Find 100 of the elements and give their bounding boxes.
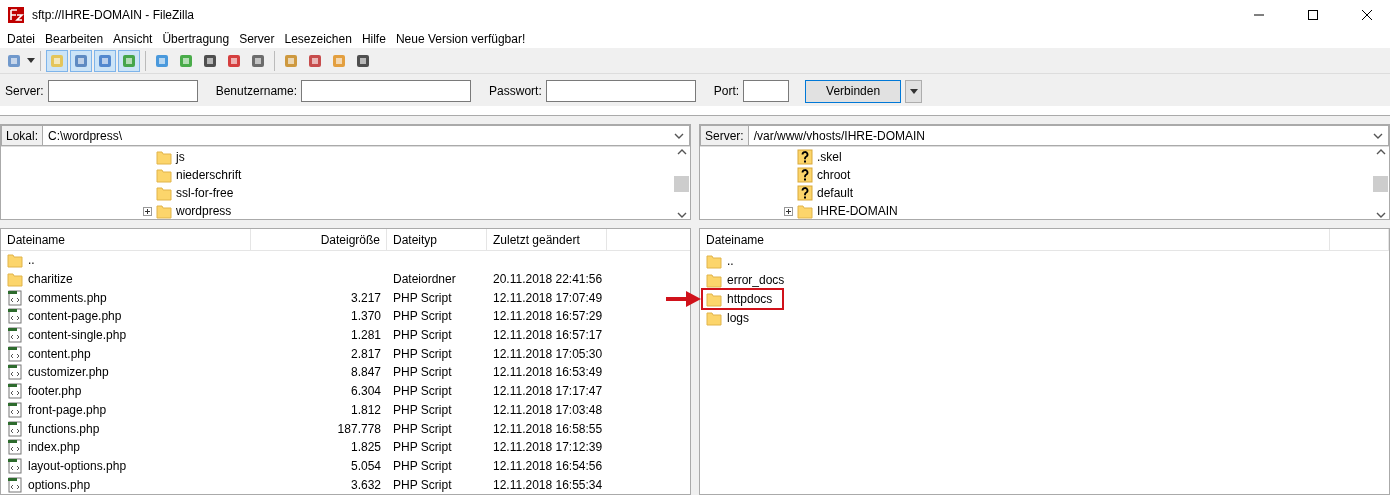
file-name[interactable]: content-page.php [26, 309, 128, 324]
file-size: 5.054 [349, 458, 382, 473]
path-field[interactable]: /var/www/vhosts/IHRE-DOMAIN [748, 125, 1389, 146]
input-field[interactable] [47, 80, 198, 102]
scroll-up-icon[interactable] [676, 149, 687, 155]
column-header[interactable]: Zuletzt geändert [487, 229, 607, 251]
file-name[interactable]: httpdocs [725, 291, 779, 306]
maximize-icon [1308, 10, 1318, 20]
file-size: 6.304 [349, 384, 382, 399]
input-field[interactable] [301, 80, 472, 102]
file-type: PHP Script [392, 309, 453, 324]
expand-icon[interactable] [784, 206, 793, 216]
question-folder-icon [797, 167, 813, 183]
file-name[interactable]: charitize [26, 272, 79, 287]
folder-icon [706, 252, 722, 269]
file-name[interactable]: front-page.php [26, 402, 113, 417]
menu-item[interactable]: Bearbeiten [40, 30, 109, 48]
file-name[interactable]: footer.php [26, 384, 88, 399]
script-file-icon [7, 308, 23, 325]
question-folder-icon [797, 185, 813, 201]
caret-icon [909, 88, 918, 94]
path-field[interactable]: C:\wordpress\ [43, 125, 690, 146]
tree-item[interactable]: IHRE-DOMAIN [817, 204, 898, 218]
file-name[interactable]: options.php [26, 477, 97, 492]
menu-item[interactable]: Server [234, 30, 280, 48]
file-type: PHP Script [392, 440, 453, 455]
modified-date: 12.11.2018 16:57:29 [492, 309, 604, 324]
file-name[interactable]: .. [26, 253, 41, 268]
input-field[interactable] [743, 80, 790, 102]
menu-item[interactable]: Übertragung [157, 30, 235, 48]
scroll-up-icon[interactable] [1375, 149, 1386, 155]
expand-icon[interactable] [143, 206, 152, 216]
file-type: PHP Script [392, 328, 453, 343]
path-label: Server: [700, 125, 749, 146]
script-file-icon [7, 439, 23, 456]
path-label: Lokal: [1, 125, 44, 146]
menu-item[interactable]: Hilfe [356, 30, 391, 48]
script-file-icon [7, 345, 23, 362]
field-label: Benutzername: [215, 84, 298, 98]
file-name[interactable]: functions.php [26, 421, 106, 436]
modified-date: 12.11.2018 17:03:48 [492, 402, 604, 417]
tree-item[interactable]: wordpress [176, 204, 232, 218]
scroll-down-icon[interactable] [674, 132, 684, 139]
file-name[interactable]: content.php [26, 346, 97, 361]
tree-item[interactable]: default [817, 186, 854, 200]
folder-icon [156, 203, 172, 219]
folder-icon [706, 309, 722, 326]
file-type: Dateiordner [392, 272, 457, 287]
file-name[interactable]: layout-options.php [26, 458, 133, 473]
file-name[interactable]: customizer.php [26, 365, 115, 380]
column-header[interactable]: Dateityp [387, 229, 487, 251]
menu-item[interactable]: Lesezeichen [279, 30, 357, 48]
tree-item[interactable]: niederschrift [176, 168, 242, 182]
menu-item[interactable]: Ansicht [108, 30, 158, 48]
script-file-icon [7, 383, 23, 400]
script-file-icon [7, 364, 23, 381]
modified-date: 20.11.2018 22:41:56 [492, 272, 604, 287]
folder-icon [7, 271, 23, 288]
column-header[interactable]: Dateigröße [251, 229, 387, 251]
modified-date: 12.11.2018 17:05:30 [492, 346, 604, 361]
script-file-icon [7, 457, 23, 474]
file-name[interactable]: index.php [26, 440, 87, 455]
file-size: 187.778 [336, 421, 382, 436]
column-header[interactable]: Dateiname [1, 229, 251, 251]
modified-date: 12.11.2018 17:12:39 [492, 440, 604, 455]
scrollbar-thumb[interactable] [674, 175, 689, 192]
file-type: PHP Script [392, 458, 453, 473]
scroll-down-icon[interactable] [1375, 212, 1386, 218]
folder-icon [797, 203, 813, 219]
file-size: 2.817 [349, 346, 382, 361]
window-title: sftp://IHRE-DOMAIN - FileZilla [32, 8, 195, 22]
scroll-down-icon[interactable] [676, 212, 687, 218]
file-name[interactable]: error_docs [725, 272, 791, 287]
file-name[interactable]: logs [725, 310, 755, 325]
close-icon [1362, 10, 1372, 20]
connect-button[interactable]: Verbinden [805, 79, 902, 103]
file-type: PHP Script [392, 346, 453, 361]
file-name[interactable]: comments.php [26, 290, 113, 305]
tree-item[interactable]: .skel [817, 150, 842, 164]
input-field[interactable] [545, 80, 696, 102]
column-header[interactable]: Dateiname [700, 229, 1330, 251]
script-file-icon [7, 420, 23, 437]
folder-icon [156, 167, 172, 183]
file-name[interactable]: content-single.php [26, 328, 133, 343]
scroll-down-icon[interactable] [1373, 132, 1383, 139]
file-name[interactable]: .. [725, 253, 740, 268]
modified-date: 12.11.2018 16:57:17 [492, 328, 604, 343]
tree-item[interactable]: chroot [817, 168, 851, 182]
file-size: 8.847 [349, 365, 382, 380]
file-type: PHP Script [392, 477, 453, 492]
menu-item[interactable]: Datei [2, 30, 40, 48]
caret-icon[interactable] [27, 58, 35, 63]
menu-item[interactable]: Neue Version verfügbar! [390, 30, 531, 48]
tree-item[interactable]: js [176, 150, 185, 164]
folder-icon [156, 149, 172, 165]
file-type: PHP Script [392, 421, 453, 436]
dropdown-button[interactable] [905, 79, 923, 103]
scrollbar-thumb[interactable] [1373, 175, 1388, 192]
tree-item[interactable]: ssl-for-free [176, 186, 234, 200]
field-label: Passwort: [489, 84, 542, 98]
